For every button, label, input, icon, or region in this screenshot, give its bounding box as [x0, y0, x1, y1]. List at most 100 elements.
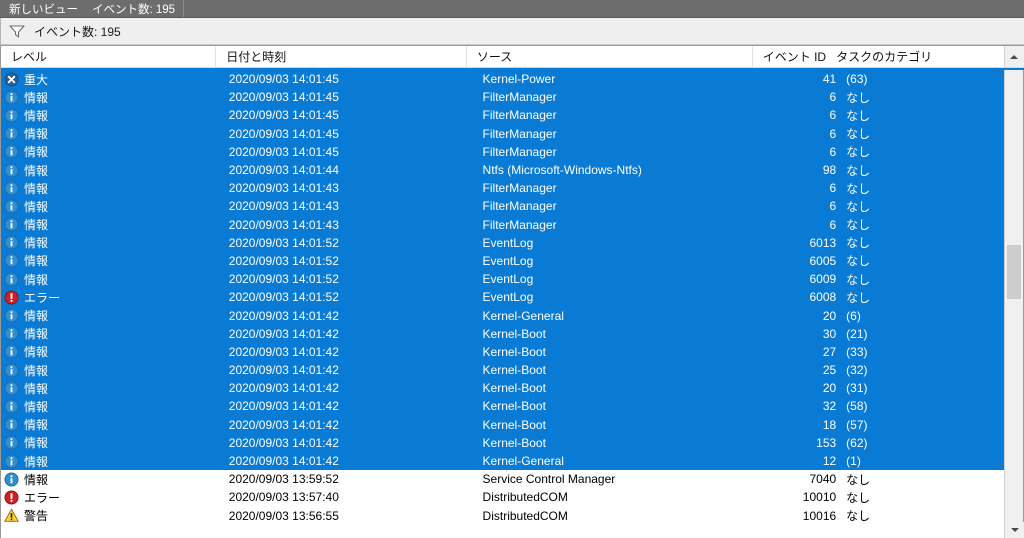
cell-source: Kernel-General [482, 454, 564, 469]
table-row[interactable]: 情報 2020/09/03 14:01:42 Kernel-Boot 27 (33) [1, 342, 1004, 361]
cell-task-category: (32) [846, 363, 868, 378]
cell-source: EventLog [482, 290, 534, 305]
cell-level: 情報 [1, 89, 219, 106]
level-label: 情報 [24, 90, 49, 105]
table-row[interactable]: 重大 2020/09/03 14:01:45 Kernel-Power 41 (63) [1, 70, 1004, 89]
information-icon [4, 144, 19, 159]
cell-event-id: 153 [816, 435, 837, 450]
column-header-date[interactable]: 日付と時刻 [216, 46, 467, 67]
table-row[interactable]: 情報 2020/09/03 14:01:42 Kernel-General 20 (6) [1, 306, 1004, 325]
cell-level: 情報 [1, 307, 219, 324]
cell-date-time: 2020/09/03 14:01:42 [228, 308, 339, 323]
cell-source: EventLog [482, 253, 534, 268]
table-row[interactable]: 情報 2020/09/03 14:01:52 EventLog 6009 なし [1, 270, 1004, 289]
table-row[interactable]: 情報 2020/09/03 14:01:42 Kernel-Boot 18 (57) [1, 415, 1004, 434]
level-label: エラー [24, 290, 61, 305]
cell-event-id: 6008 [809, 290, 837, 305]
table-row[interactable]: 情報 2020/09/03 14:01:44 Ntfs (Microsoft-Win… [1, 160, 1004, 180]
cell-event-id: 98 [822, 163, 837, 178]
scroll-down-button[interactable] [1005, 522, 1024, 538]
level-label: 重大 [24, 72, 49, 87]
information-icon [4, 472, 19, 487]
information-icon [4, 435, 19, 450]
cell-source: FilterManager [482, 108, 557, 123]
cell-level: 情報 [1, 471, 219, 488]
table-row[interactable]: 警告 2020/09/03 13:56:55 DistributedCOM 10016… [1, 507, 1004, 525]
table-row[interactable]: 情報 2020/09/03 14:01:45 FilterManager 6 なし [1, 124, 1004, 143]
cell-level: 情報 [1, 107, 219, 124]
cell-level: 情報 [1, 234, 219, 251]
event-rows[interactable]: 重大 2020/09/03 14:01:45 Kernel-Power 41 (63) 情… [1, 70, 1004, 538]
cell-event-id: 7040 [809, 472, 837, 487]
table-row[interactable]: 情報 2020/09/03 14:01:45 FilterManager 6 なし [1, 106, 1004, 125]
information-icon [4, 399, 19, 414]
caret-up-icon [1010, 54, 1019, 59]
cell-event-id: 6 [829, 217, 837, 232]
level-label: 情報 [24, 418, 49, 433]
cell-event-id: 6013 [809, 235, 837, 250]
level-label: 警告 [24, 509, 49, 524]
vertical-scrollbar[interactable] [1004, 70, 1024, 538]
table-row[interactable]: 情報 2020/09/03 14:01:42 Kernel-Boot 32 (58) [1, 397, 1004, 416]
information-icon [4, 272, 19, 287]
filter-event-count-label: イベント数: 195 [34, 24, 121, 39]
scroll-up-button[interactable] [1003, 46, 1024, 67]
cell-event-id: 20 [822, 381, 837, 396]
table-row[interactable]: 情報 2020/09/03 14:01:42 Kernel-General 12 (1) [1, 451, 1004, 471]
table-row[interactable]: 情報 2020/09/03 14:01:43 FilterManager 6 なし [1, 197, 1004, 216]
table-row[interactable]: 情報 2020/09/03 14:01:43 FilterManager 6 なし [1, 215, 1004, 234]
cell-event-id: 6 [829, 199, 837, 214]
cell-date-time: 2020/09/03 14:01:43 [228, 217, 339, 232]
cell-date-time: 2020/09/03 14:01:43 [228, 181, 339, 196]
table-row[interactable]: 情報 2020/09/03 14:01:45 FilterManager 6 なし [1, 88, 1004, 107]
cell-source: EventLog [482, 272, 534, 287]
cell-event-id: 30 [822, 326, 837, 341]
cell-event-id: 6 [829, 181, 837, 196]
rows-area: 重大 2020/09/03 14:01:45 Kernel-Power 41 (63) 情… [1, 70, 1024, 538]
cell-task-category: なし [846, 108, 871, 123]
cell-source: FilterManager [482, 217, 557, 232]
cell-date-time: 2020/09/03 14:01:45 [228, 144, 339, 159]
information-icon [4, 90, 19, 105]
level-label: 情報 [24, 254, 49, 269]
column-header-source[interactable]: ソース [466, 46, 754, 67]
table-row[interactable]: 情報 2020/09/03 14:01:52 EventLog 6005 なし [1, 251, 1004, 271]
cell-task-category: なし [846, 272, 871, 287]
table-row[interactable]: 情報 2020/09/03 14:01:42 Kernel-Boot 30 (21) [1, 324, 1004, 343]
table-row[interactable]: 情報 2020/09/03 14:01:42 Kernel-Boot 153 (62) [1, 433, 1004, 452]
tab-new-view[interactable]: 新しいビュー イベント数: 195 [0, 0, 185, 17]
table-row[interactable]: 情報 2020/09/03 14:01:45 FilterManager 6 なし [1, 142, 1004, 161]
caret-down-icon [1010, 528, 1019, 532]
cell-task-category: なし [846, 218, 871, 233]
cell-level: 情報 [1, 125, 219, 142]
table-row[interactable]: エラー 2020/09/03 14:01:52 EventLog 6008 なし [1, 288, 1004, 307]
cell-level: 情報 [1, 398, 219, 415]
table-row[interactable]: エラー 2020/09/03 13:57:40 DistributedCOM 1001… [1, 488, 1004, 506]
cell-source: FilterManager [482, 144, 557, 159]
level-label: 情報 [24, 472, 49, 487]
table-row[interactable]: 情報 2020/09/03 14:01:42 Kernel-Boot 20 (31) [1, 379, 1004, 398]
cell-date-time: 2020/09/03 14:01:42 [228, 454, 339, 469]
column-header-event-id[interactable]: イベント ID [753, 46, 831, 67]
cell-date-time: 2020/09/03 14:01:45 [228, 108, 339, 123]
level-label: 情報 [24, 327, 49, 342]
level-label: 情報 [24, 218, 49, 233]
table-row[interactable]: 情報 2020/09/03 14:01:52 EventLog 6013 なし [1, 233, 1004, 252]
information-icon [4, 217, 19, 232]
table-row[interactable]: 情報 2020/09/03 14:01:42 Kernel-Boot 25 (32) [1, 361, 1004, 380]
column-header-task-category[interactable]: タスクのカテゴリ [830, 46, 992, 67]
information-icon [4, 454, 19, 469]
table-row[interactable]: 情報 2020/09/03 13:59:52 Service Control Man… [1, 470, 1004, 488]
cell-source: DistributedCOM [482, 508, 568, 523]
cell-event-id: 6005 [809, 253, 837, 268]
cell-date-time: 2020/09/03 14:01:42 [228, 417, 339, 432]
scrollbar-thumb[interactable] [1007, 245, 1021, 299]
table-row[interactable]: 情報 2020/09/03 14:01:43 FilterManager 6 なし [1, 179, 1004, 198]
information-icon [4, 163, 19, 178]
cell-source: Kernel-Boot [482, 399, 546, 414]
column-header-level[interactable]: レベル [1, 46, 217, 67]
cell-source: Kernel-Boot [482, 381, 546, 396]
cell-task-category: なし [846, 490, 871, 505]
cell-event-id: 6 [829, 126, 837, 141]
filter-summary-bar[interactable]: イベント数: 195 [0, 18, 1024, 45]
